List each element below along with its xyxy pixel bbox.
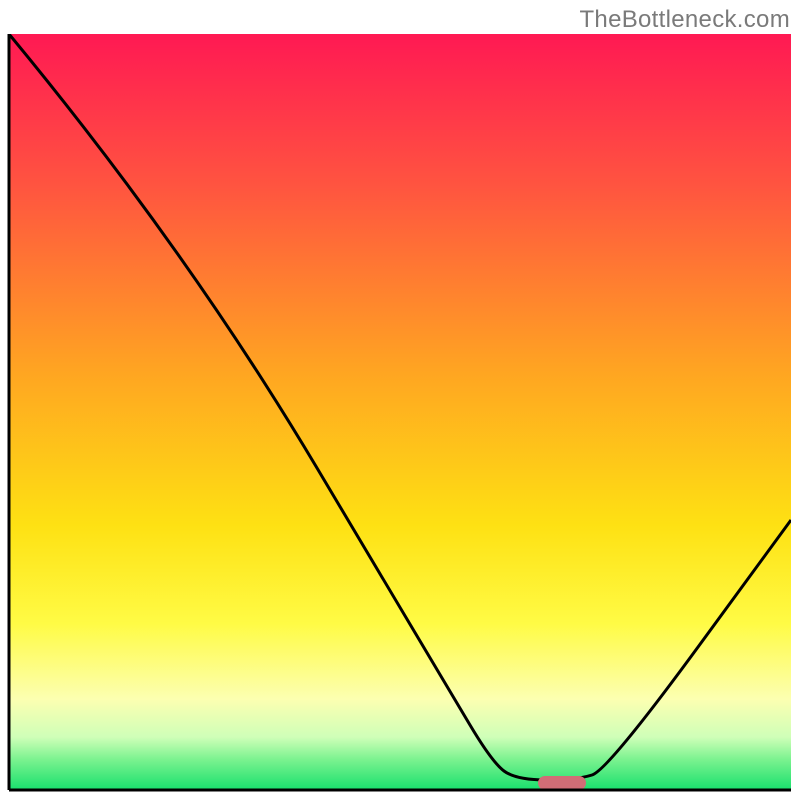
chart-svg: [0, 0, 800, 800]
watermark-text: TheBottleneck.com: [579, 6, 790, 34]
gradient-background: [9, 34, 791, 790]
optimal-marker: [538, 776, 586, 790]
bottleneck-chart: TheBottleneck.com: [0, 0, 800, 800]
